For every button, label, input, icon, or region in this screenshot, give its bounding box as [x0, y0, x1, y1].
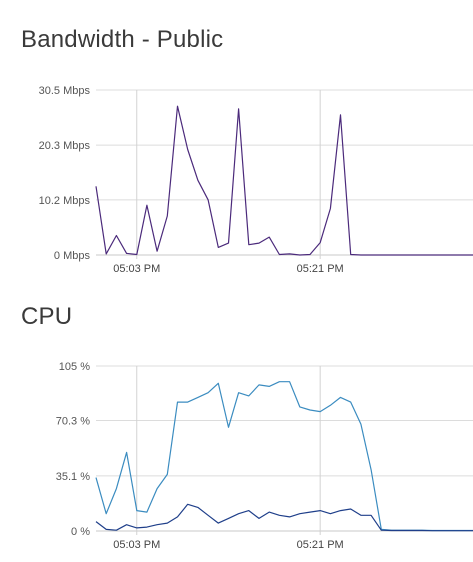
x-tick-label: 05:03 PM: [113, 539, 160, 551]
y-tick-label: 30.5 Mbps: [39, 85, 91, 97]
x-tick-label: 05:21 PM: [297, 539, 344, 551]
cpu-chart[interactable]: 0 % 35.1 % 70.3 % 105 % 05:03 PM 05:21 PM: [0, 285, 473, 562]
y-tick-label: 70.3 %: [56, 416, 90, 428]
bandwidth-chart[interactable]: 0 Mbps 10.2 Mbps 20.3 Mbps 30.5 Mbps 05:03 P…: [0, 0, 473, 285]
x-tick-label: 05:21 PM: [297, 263, 344, 275]
x-tick-label: 05:03 PM: [113, 263, 160, 275]
cpu-chart-panel: CPU 0 % 35.1 % 70.3 % 105 % 05:03 PM 05:21 PM: [0, 285, 473, 562]
series-line-1[interactable]: [95, 381, 473, 532]
y-tick-label: 0 %: [71, 526, 90, 538]
y-tick-label: 20.3 Mbps: [39, 140, 91, 152]
y-tick-label: 0 Mbps: [54, 250, 91, 262]
series-line-2[interactable]: [95, 503, 473, 532]
y-tick-label: 10.2 Mbps: [39, 195, 91, 207]
bandwidth-chart-panel: Bandwidth - Public 0 Mbps 10.2 Mbps 20.3 M…: [0, 0, 473, 285]
y-tick-label: 35.1 %: [56, 471, 90, 483]
series-line-1[interactable]: [95, 105, 473, 256]
y-tick-label: 105 %: [59, 361, 90, 373]
